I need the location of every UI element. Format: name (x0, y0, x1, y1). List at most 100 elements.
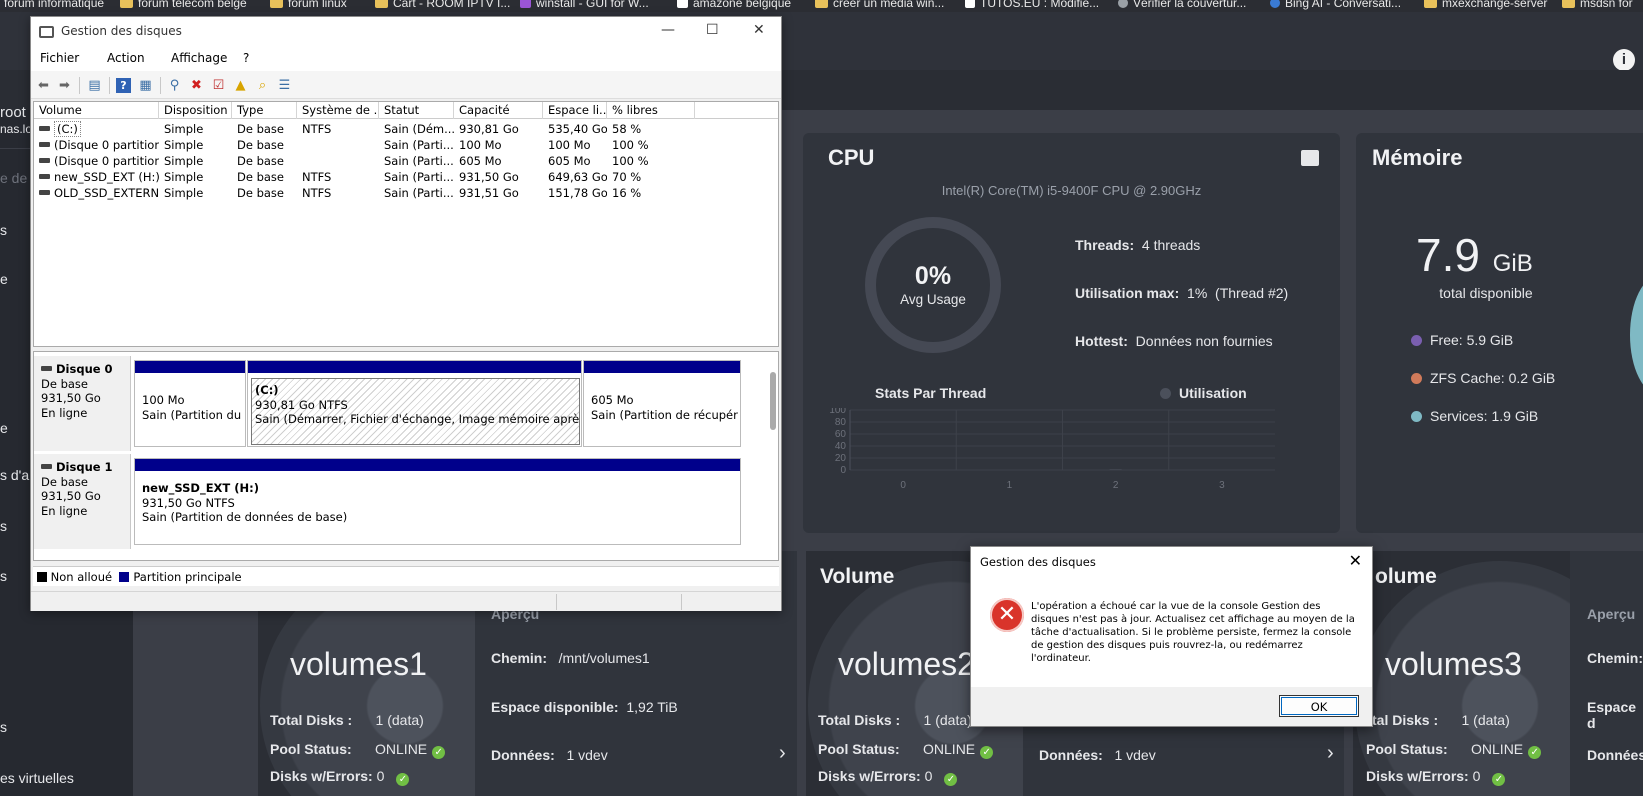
properties-icon[interactable]: ▦ (138, 78, 153, 93)
connect-icon[interactable]: ⚲ (167, 78, 182, 93)
forward-icon[interactable]: ➡ (57, 78, 72, 93)
volume-total-disks: tal Disks : 1 (data) (1372, 712, 1510, 728)
console-tree-icon[interactable]: ▤ (87, 78, 102, 93)
partition-new-ssd-ext[interactable]: new_SSD_EXT (H:) 931,50 Go NTFS Sain (Part… (134, 458, 741, 545)
cell-free-space: 100 Mo (548, 138, 591, 152)
dialog-titlebar[interactable]: Gestion des disques ✕ (971, 547, 1372, 577)
table-row[interactable]: (C:) Simple De base NTFS Sain (Dém... 93… (34, 121, 778, 137)
table-row[interactable]: OLD_SSD_EXTERN... Simple De base NTFS Sa… (34, 185, 778, 201)
chart-legend[interactable]: Utilisation (1160, 385, 1247, 401)
back-icon[interactable]: ⬅ (36, 78, 51, 93)
disk-1-label[interactable]: Disque 1 De base 931,50 Go En ligne (34, 454, 131, 549)
disk-0-label[interactable]: Disque 0 De base 931,50 Go En ligne (34, 356, 131, 451)
y-tick-label: 20 (835, 453, 847, 464)
close-icon[interactable]: ✕ (1349, 551, 1362, 570)
memory-legend-services: Services: 1.9 GiB (1411, 408, 1538, 424)
column-header-status[interactable]: Statut (379, 102, 454, 119)
sidebar-item[interactable]: e (0, 420, 8, 436)
table-row[interactable]: (Disque 0 partition... Simple De base Sa… (34, 137, 778, 153)
error-icon: ✕ (990, 598, 1024, 632)
amazon-icon (677, 0, 688, 8)
bookmark[interactable]: Cart - ROOM IPTV I... (375, 0, 510, 9)
menu-file[interactable]: Fichier (40, 51, 79, 65)
volume-total-disks: Total Disks : 1 (data) (818, 712, 972, 728)
column-header-filesystem[interactable]: Système de ... (297, 102, 379, 119)
check-circle-icon: ✓ (396, 773, 410, 786)
cell-filesystem: NTFS (302, 170, 332, 184)
search-folder-icon[interactable]: ⌕ (255, 78, 270, 93)
bookmark[interactable]: forum informatique (4, 0, 104, 9)
cell-layout: Simple (164, 186, 204, 200)
bookmark[interactable]: winstall - GUI for W... (520, 0, 649, 9)
volume-data[interactable]: Données: 1 vdev (1039, 747, 1156, 763)
minimize-button[interactable]: — (661, 22, 675, 38)
folder-icon (270, 0, 283, 8)
bookmark[interactable]: forum telecom belge (120, 0, 247, 9)
bookmark[interactable]: mxexchange-server (1424, 0, 1547, 9)
delete-icon[interactable]: ✖ (189, 78, 204, 93)
bookmark[interactable]: amazone belgique (677, 0, 791, 9)
chevron-right-icon[interactable]: › (1327, 742, 1334, 765)
cell-capacity: 930,81 Go (459, 122, 519, 136)
help-icon[interactable]: ? (116, 78, 131, 93)
disk-icon (41, 464, 52, 469)
chevron-right-icon[interactable]: › (779, 742, 786, 765)
error-dialog: Gestion des disques ✕ ✕ L'opération a éc… (970, 546, 1373, 727)
bookmark[interactable]: Vérifier la couvertur... (1118, 0, 1246, 9)
folder-up-icon[interactable]: ▲ (233, 78, 248, 93)
vertical-scrollbar[interactable] (770, 372, 776, 430)
volume-free-space: Espace disponible: 1,92 TiB (491, 699, 678, 715)
check-icon[interactable]: ☑ (211, 78, 226, 93)
menu-help[interactable]: ? (243, 51, 249, 65)
sidebar-host[interactable]: root (0, 104, 26, 121)
maximize-button[interactable]: ☐ (706, 22, 719, 38)
check-circle-icon: ✓ (944, 773, 958, 786)
sidebar-item[interactable]: s (0, 222, 7, 238)
volume-data[interactable]: Données (1587, 747, 1643, 763)
table-row[interactable]: (Disque 0 partition... Simple De base Sa… (34, 153, 778, 169)
partition-system[interactable]: 100 MoSain (Partition du sy (134, 360, 246, 447)
menu-view[interactable]: Affichage (171, 51, 227, 65)
legend-dot-icon (1411, 373, 1422, 384)
window-titlebar[interactable]: Gestion des disques — ☐ ✕ (31, 17, 781, 47)
bookmark[interactable]: créer un média win... (815, 0, 944, 9)
chart-icon[interactable] (1301, 150, 1319, 166)
column-header-layout[interactable]: Disposition (159, 102, 232, 119)
ok-button[interactable]: OK (1279, 695, 1359, 717)
bookmark[interactable]: msdsn for (1562, 0, 1633, 9)
cell-volume: OLD_SSD_EXTERN... (34, 185, 159, 201)
column-header-volume[interactable]: Volume (34, 102, 159, 119)
bookmark[interactable]: forum linux (270, 0, 347, 9)
sidebar-item[interactable]: s (0, 518, 7, 534)
column-header-type[interactable]: Type (232, 102, 297, 119)
column-header-capacity[interactable]: Capacité (454, 102, 543, 119)
cell-status: Sain (Parti... (384, 138, 454, 152)
bookmark[interactable]: Bing AI - Conversati... (1270, 0, 1401, 9)
menu-action[interactable]: Action (107, 51, 145, 65)
sidebar-item-virtual-machines[interactable]: es virtuelles (0, 770, 74, 786)
column-header-free-space[interactable]: Espace li... (543, 102, 607, 119)
column-header-percent-free[interactable]: % libres (607, 102, 695, 119)
cell-filesystem: NTFS (302, 186, 332, 200)
unallocated-swatch (36, 572, 47, 582)
disk-management-icon (39, 26, 54, 38)
sidebar-item[interactable]: e (0, 271, 8, 287)
partition-c[interactable]: (C:) 930,81 Go NTFS Sain (Démarrer, Fichie… (247, 360, 582, 447)
sidebar-item[interactable]: s (0, 719, 7, 735)
cell-percent-free: 100 % (612, 138, 649, 152)
truenas-logo-icon[interactable]: i (1613, 49, 1635, 71)
volume-data[interactable]: Données: 1 vdev (491, 747, 608, 763)
cell-layout: Simple (164, 122, 204, 136)
sidebar-item[interactable]: s (0, 568, 7, 584)
volume-pool-status: Pool Status: ONLINE ✓ (270, 741, 446, 759)
table-row[interactable]: new_SSD_EXT (H:) Simple De base NTFS Sai… (34, 169, 778, 185)
bookmark[interactable]: TUTOS.EU : Modifie... (965, 0, 1099, 9)
sidebar-item[interactable]: s d'ar (0, 467, 34, 483)
page-icon (965, 0, 975, 8)
x-tick-label: 1 (1007, 480, 1013, 491)
settings-list-icon[interactable]: ☰ (277, 78, 292, 93)
partition-recovery[interactable]: 605 Mo Sain (Partition de récupérati (583, 360, 741, 447)
close-button[interactable]: ✕ (753, 22, 765, 38)
cell-type: De base (237, 170, 284, 184)
memory-title: Mémoire (1372, 145, 1463, 170)
